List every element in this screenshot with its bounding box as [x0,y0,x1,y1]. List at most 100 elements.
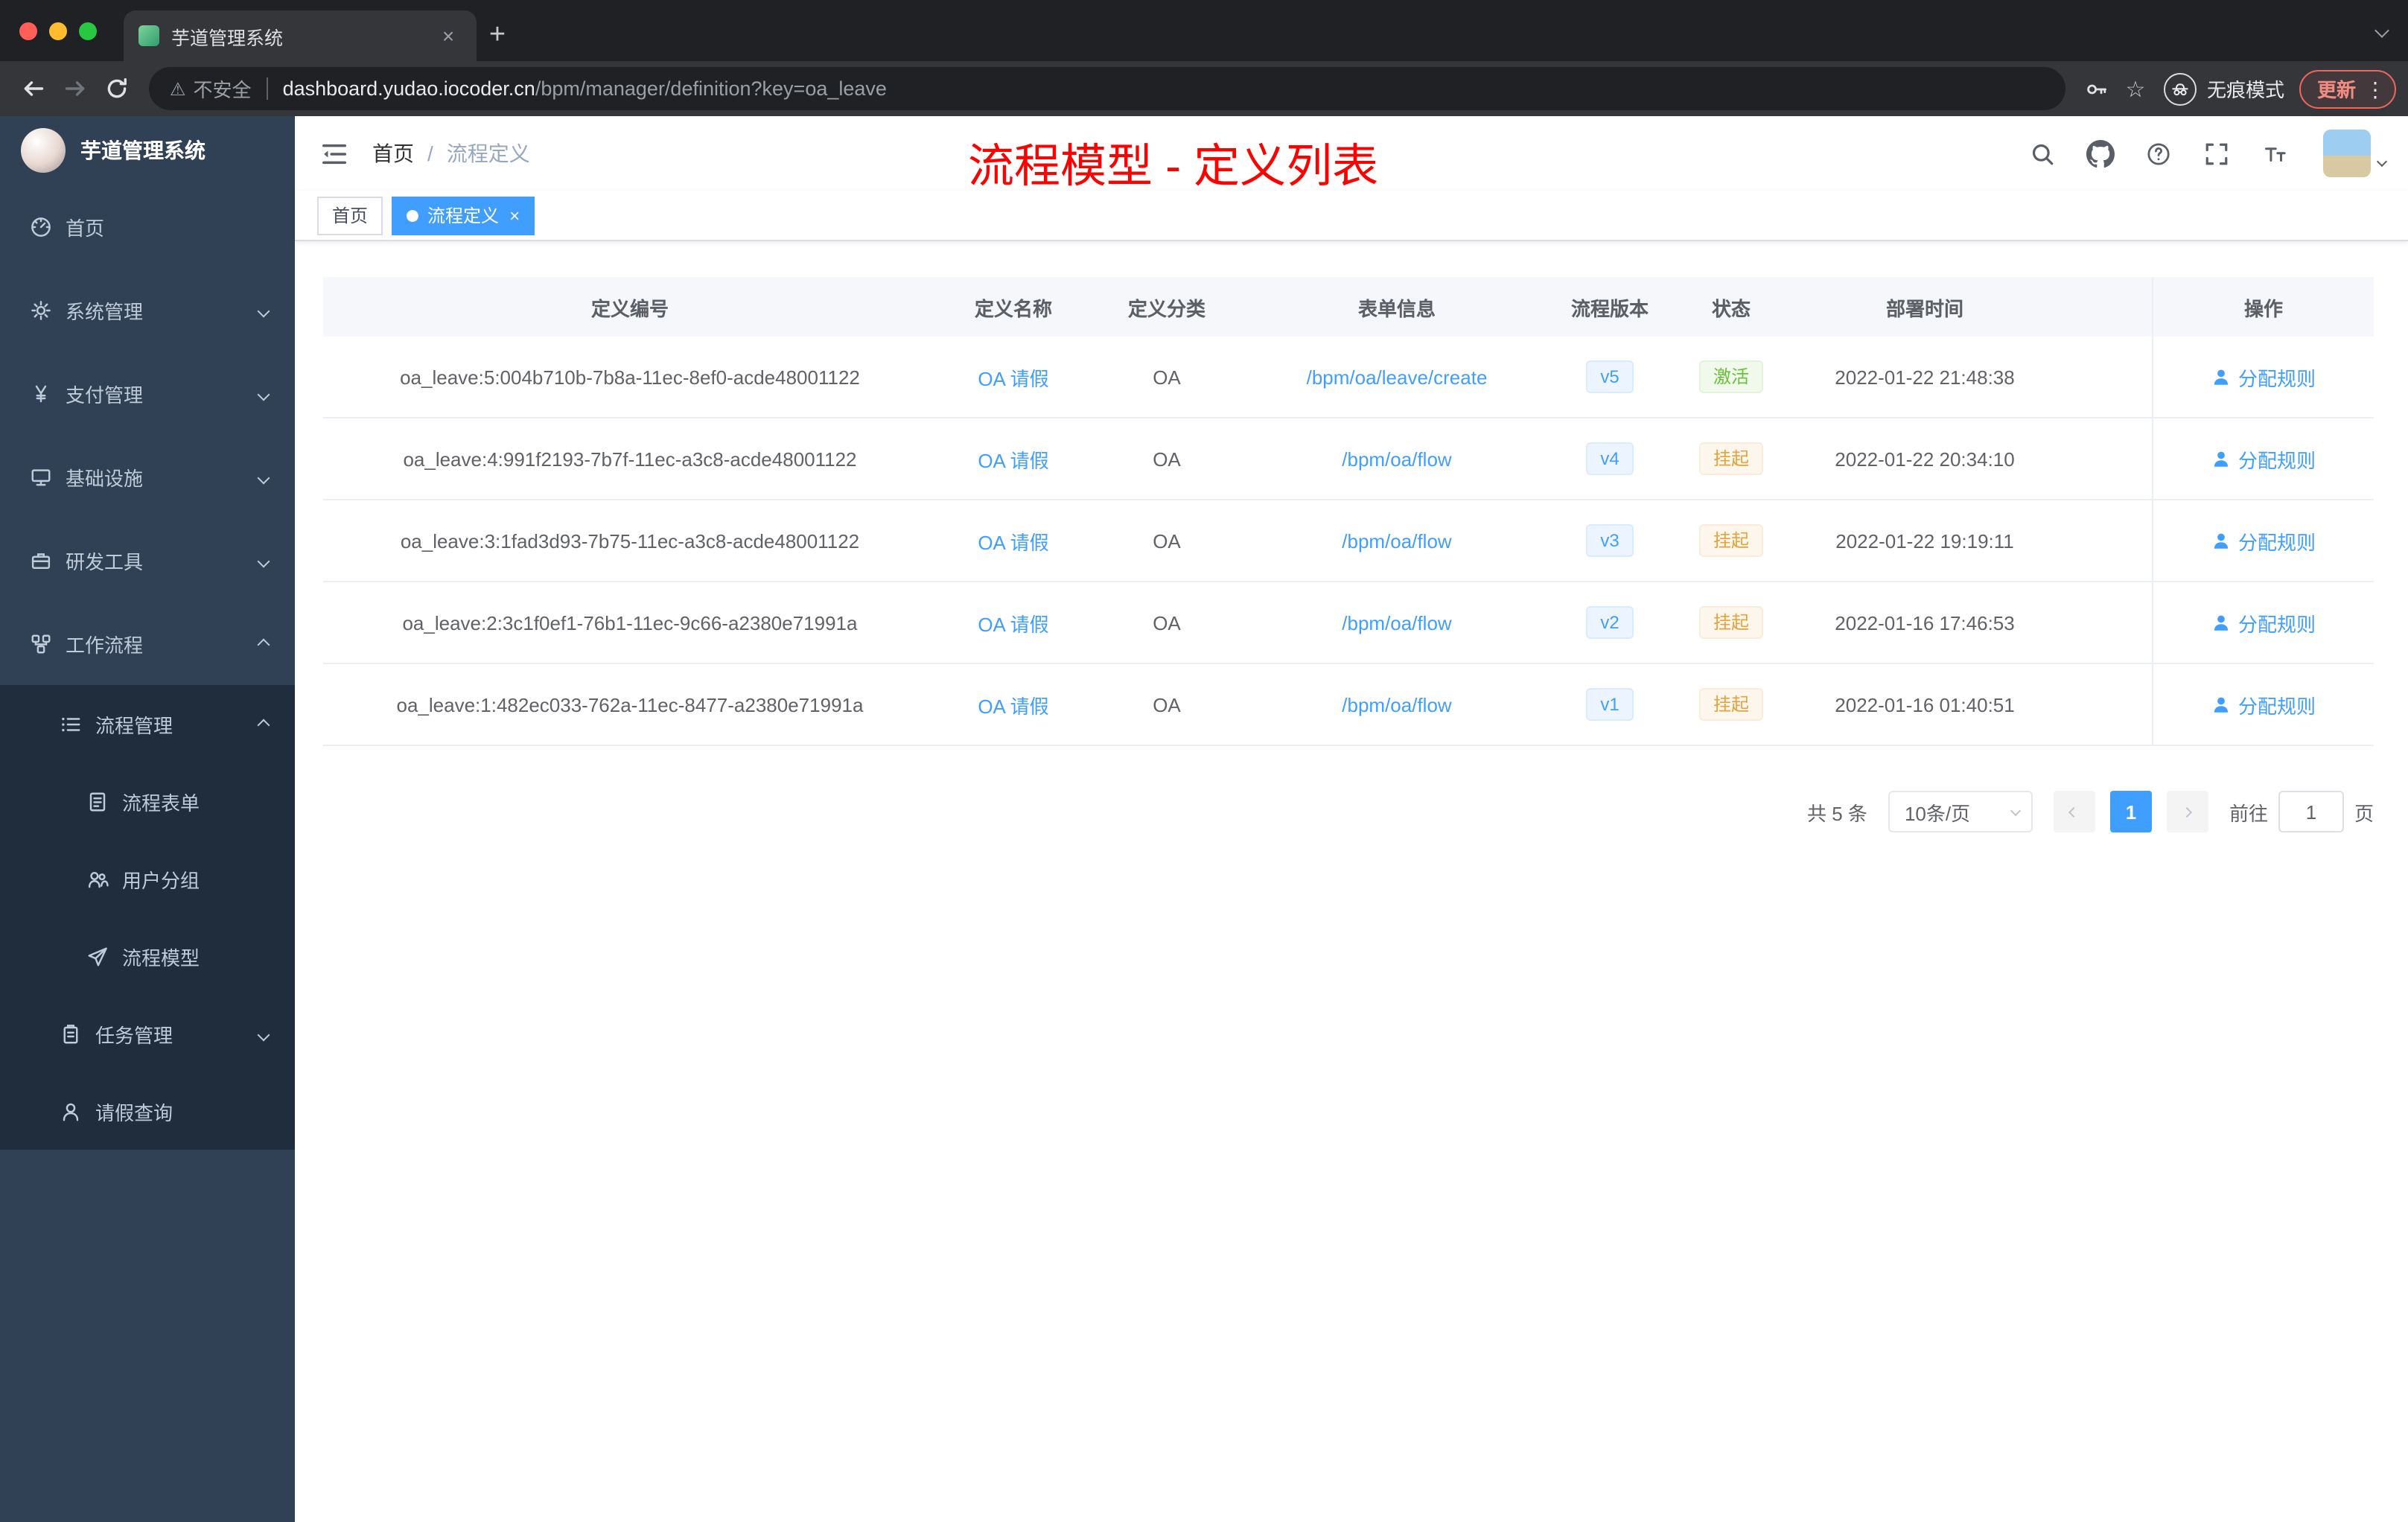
briefcase-icon [30,549,52,571]
forward-button[interactable] [54,68,95,109]
update-label: 更新 [2316,79,2356,101]
cell-definition-id: oa_leave:3:1fad3d93-7b75-11ec-a3c8-acde4… [400,529,860,552]
forward-arrow-icon [64,81,84,96]
assign-rule-button[interactable]: 分配规则 [2211,608,2316,637]
tab-close-icon[interactable]: × [435,22,462,49]
cell-category: OA [1153,529,1181,552]
tag-home[interactable]: 首页 [317,196,383,235]
sidebar-item-label: 用户分组 [122,869,200,891]
cell-spacer [2057,418,2152,499]
page-content: 定义编号 定义名称 定义分类 表单信息 流程版本 状态 部署时间 操作 oa_l… [295,241,2408,832]
sidebar-toggle-button[interactable] [317,137,350,170]
sidebar-item-process-form[interactable]: 流程表单 [0,762,295,840]
incognito-label: 无痕模式 [2206,79,2284,101]
page-unit-label: 页 [2354,802,2374,824]
tag-process-definition[interactable]: 流程定义 × [392,196,535,235]
status-badge: 挂起 [1699,523,1762,558]
fullscreen-button[interactable] [2201,138,2231,168]
prev-page-button[interactable] [2053,791,2095,832]
version-tag: v3 [1585,523,1634,558]
tab-search-button[interactable] [2374,0,2389,61]
definition-name-link[interactable]: OA 请假 [978,363,1048,391]
chevron-down-icon [257,296,270,323]
form-info-link[interactable]: /bpm/oa/leave/create [1307,366,1488,388]
page-number-button[interactable]: 1 [2109,791,2152,832]
tab-title: 芋道管理系统 [171,28,284,48]
user-icon [60,1100,82,1122]
new-tab-button[interactable]: + [477,10,518,61]
user-icon [2214,614,2229,630]
maximize-window-button[interactable] [79,22,97,39]
chevron-down-icon [2010,804,2022,816]
chevron-down-icon [2374,23,2389,38]
reload-icon [106,77,126,98]
assign-rule-button[interactable]: 分配规则 [2211,526,2316,555]
goto-page-input[interactable] [2278,791,2344,832]
assign-rule-button[interactable]: 分配规则 [2211,445,2316,473]
definition-table: 定义编号 定义名称 定义分类 表单信息 流程版本 状态 部署时间 操作 oa_l… [323,277,2374,746]
tag-close-icon[interactable]: × [509,206,520,224]
definition-name-link[interactable]: OA 请假 [978,608,1048,637]
browser-tab[interactable]: 芋道管理系统 × [124,10,477,61]
tags-view-bar: 首页 流程定义 × [295,191,2408,241]
url-separator [266,77,268,100]
sidebar-item-user-group[interactable]: 用户分组 [0,840,295,917]
form-info-link[interactable]: /bpm/oa/flow [1342,529,1451,552]
user-menu[interactable] [2323,130,2388,177]
close-window-button[interactable] [19,22,37,39]
form-info-link[interactable]: /bpm/oa/flow [1342,448,1451,470]
sidebar-item-process-model[interactable]: 流程模型 [0,917,295,995]
search-button[interactable] [2027,138,2057,168]
url-bar[interactable]: ⚠ 不安全 dashboard.yudao.iocoder.cn /bpm/ma… [149,67,2065,110]
list-icon [60,713,82,735]
github-button[interactable] [2085,138,2115,168]
incognito-indicator: 无痕模式 [2163,72,2284,105]
sidebar-item-leave-query[interactable]: 请假查询 [0,1072,295,1150]
chevron-up-icon [257,630,270,657]
definition-name-link[interactable]: OA 请假 [978,526,1048,555]
reload-button[interactable] [95,68,137,109]
tag-label: 流程定义 [427,206,500,226]
chevron-down-icon [257,463,270,490]
sidebar-item-home[interactable]: 首页 [0,185,295,268]
sidebar-item-task-management[interactable]: 任务管理 [0,995,295,1072]
browser-toolbar: ⚠ 不安全 dashboard.yudao.iocoder.cn /bpm/ma… [0,61,2408,116]
assign-rule-button[interactable]: 分配规则 [2211,363,2316,391]
sidebar-item-system-management[interactable]: 系统管理 [0,268,295,351]
assign-rule-button[interactable]: 分配规则 [2211,690,2316,719]
sidebar-item-payment-management[interactable]: 支付管理 [0,351,295,435]
sidebar-item-workflow[interactable]: 工作流程 [0,602,295,685]
definition-name-link[interactable]: OA 请假 [978,690,1048,719]
back-button[interactable] [12,68,54,109]
user-icon [2214,369,2229,384]
browser-update-menu[interactable]: 更新 ⋮ [2299,69,2396,108]
table-row: oa_leave:5:004b710b-7b8a-11ec-8ef0-acde4… [323,337,2374,418]
chevron-down-icon [257,380,270,407]
cell-spacer [2057,582,2152,663]
cell-definition-id: oa_leave:2:3c1f0ef1-76b1-11ec-9c66-a2380… [402,611,858,634]
breadcrumb-home[interactable]: 首页 [372,138,414,168]
sidebar-item-process-management[interactable]: 流程管理 [0,685,295,762]
password-key-button[interactable] [2077,69,2116,108]
page-size-select[interactable]: 10条/页 [1888,791,2033,832]
cell-deploy-time: 2022-01-16 01:40:51 [1835,693,2015,716]
chevron-right-icon [2182,806,2194,818]
cell-deploy-time: 2022-01-16 17:46:53 [1835,611,2015,634]
avatar [2323,130,2371,177]
form-info-link[interactable]: /bpm/oa/flow [1342,611,1451,634]
sidebar-item-infrastructure[interactable]: 基础设施 [0,435,295,518]
font-size-button[interactable] [2259,138,2289,168]
definition-name-link[interactable]: OA 请假 [978,445,1048,473]
form-info-link[interactable]: /bpm/oa/flow [1342,693,1451,716]
github-icon [2086,139,2114,168]
help-button[interactable] [2143,138,2173,168]
security-chip[interactable]: ⚠ 不安全 [170,74,252,103]
user-icon [2214,696,2229,712]
bookmark-star-button[interactable]: ☆ [2116,69,2155,108]
pagination: 共 5 条 10条/页 1 前往 页 [323,791,2374,832]
sidebar-logo[interactable]: 芋道管理系统 [0,116,295,185]
sidebar-item-dev-tools[interactable]: 研发工具 [0,518,295,602]
next-page-button[interactable] [2166,791,2208,832]
minimize-window-button[interactable] [49,22,67,39]
top-navbar: 首页 / 流程定义 [295,116,2408,191]
